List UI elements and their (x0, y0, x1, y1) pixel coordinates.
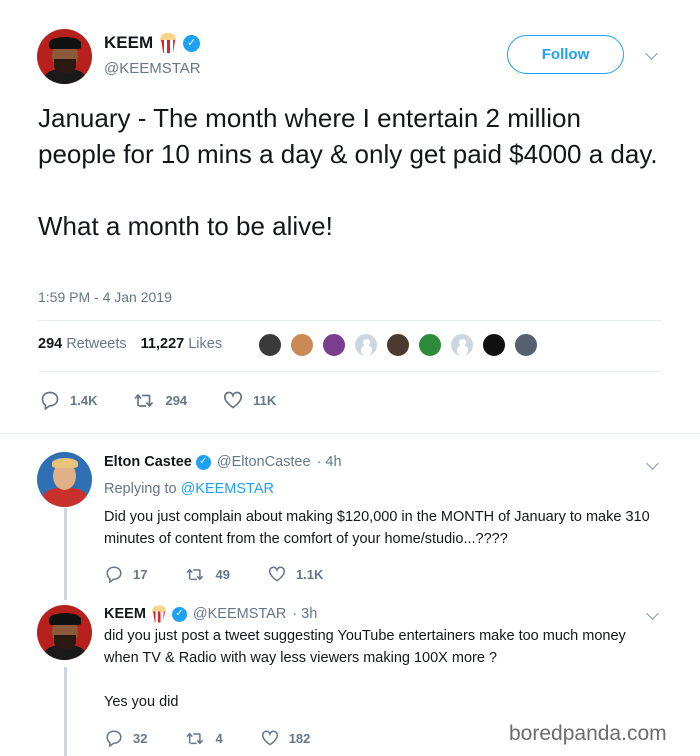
thread-line (64, 667, 67, 756)
engagement-stats: 294 Retweets 11,227 Likes (38, 336, 222, 352)
follow-button[interactable]: Follow (507, 35, 624, 74)
author-handle[interactable]: @KEEMSTAR (104, 60, 201, 77)
watermark: boredpanda.com (503, 722, 673, 746)
replying-to-mention[interactable]: @KEEMSTAR (181, 481, 274, 497)
verified-badge-icon: ✓ (183, 34, 201, 52)
like-button[interactable]: 182 (261, 730, 311, 746)
reply-time[interactable]: · 4h (317, 454, 342, 470)
divider (38, 371, 662, 372)
like-button[interactable]: 11K (223, 391, 276, 409)
tweet-text-line: January - The month where I entertain 2 … (38, 103, 658, 169)
reply-author-handle[interactable]: @KEEMSTAR (193, 606, 286, 622)
retweet-count: 4 (215, 730, 223, 746)
reply-actions: 17 49 1.1K (105, 565, 359, 583)
reply-button[interactable]: 1.4K (40, 390, 97, 410)
reply-avatar[interactable] (37, 452, 92, 507)
liker-avatar[interactable] (385, 332, 411, 358)
reply-count: 17 (133, 566, 148, 582)
reply-icon (105, 565, 123, 583)
reply-author-name[interactable]: Elton Castee (104, 454, 192, 470)
likes-stat[interactable]: 11,227 Likes (141, 336, 222, 352)
author-name[interactable]: KEEM (104, 33, 153, 53)
reply-text: did you just post a tweet suggesting You… (104, 628, 626, 666)
reply-count: 32 (133, 730, 148, 746)
heart-icon (223, 391, 243, 409)
like-count: 182 (288, 730, 311, 746)
tweet-text: January - The month where I entertain 2 … (38, 100, 658, 244)
tweet-actions: 1.4K 294 11K (40, 390, 312, 410)
retweet-button[interactable]: 49 (185, 566, 230, 582)
author-avatar[interactable] (37, 29, 92, 84)
reply-button[interactable]: 32 (105, 729, 147, 747)
retweets-stat[interactable]: 294 Retweets (38, 336, 127, 352)
likers-avatars (257, 332, 545, 358)
tweet-timestamp[interactable]: 1:59 PM - 4 Jan 2019 (38, 289, 172, 305)
like-count: 11K (253, 392, 277, 408)
liker-avatar[interactable] (481, 332, 507, 358)
retweet-count: 294 (165, 392, 188, 408)
reply-author-handle[interactable]: @EltonCastee (217, 454, 311, 470)
reply-actions: 32 4 182 (105, 729, 346, 747)
retweet-button[interactable]: 4 (185, 730, 223, 746)
reply-author-name[interactable]: KEEM (104, 606, 146, 622)
popcorn-emoji-icon (159, 33, 177, 53)
verified-badge-icon: ✓ (195, 454, 211, 470)
replying-to: Replying to @KEEMSTAR (104, 481, 274, 497)
retweet-icon (133, 391, 155, 409)
retweet-icon (185, 730, 205, 746)
reply-icon (105, 729, 123, 747)
thread-line (64, 508, 67, 600)
author-name-row[interactable]: KEEM ✓ (104, 33, 201, 53)
liker-avatar[interactable] (449, 332, 475, 358)
reply-text: Yes you did (104, 694, 179, 710)
chevron-down-icon[interactable] (646, 457, 659, 470)
retweet-icon (185, 566, 205, 582)
reply-button[interactable]: 17 (105, 565, 147, 583)
retweet-count: 49 (215, 566, 230, 582)
reply-count: 1.4K (70, 392, 98, 408)
retweet-button[interactable]: 294 (133, 391, 187, 409)
reply-header: Elton Castee ✓ @EltonCastee · 4h (104, 454, 342, 470)
chevron-down-icon[interactable] (645, 47, 658, 60)
reply-time[interactable]: · 3h (292, 606, 317, 622)
verified-badge-icon: ✓ (171, 606, 187, 622)
reply-icon (40, 390, 60, 410)
chevron-down-icon[interactable] (646, 607, 659, 620)
like-count: 1.1K (295, 566, 324, 582)
liker-avatar[interactable] (257, 332, 283, 358)
divider (38, 320, 662, 321)
liker-avatar[interactable] (321, 332, 347, 358)
reply-header: KEEM ✓ @KEEMSTAR · 3h (104, 604, 317, 624)
like-button[interactable]: 1.1K (268, 566, 323, 582)
heart-icon (261, 730, 279, 746)
liker-avatar[interactable] (353, 332, 379, 358)
tweet-text-line: What a month to be alive! (38, 211, 333, 241)
popcorn-emoji-icon (151, 605, 166, 623)
reply-avatar[interactable] (37, 605, 92, 660)
heart-icon (268, 566, 286, 582)
liker-avatar[interactable] (513, 332, 539, 358)
liker-avatar[interactable] (417, 332, 443, 358)
reply-text: Did you just complain about making $120,… (104, 509, 650, 547)
divider (0, 433, 700, 434)
liker-avatar[interactable] (289, 332, 315, 358)
